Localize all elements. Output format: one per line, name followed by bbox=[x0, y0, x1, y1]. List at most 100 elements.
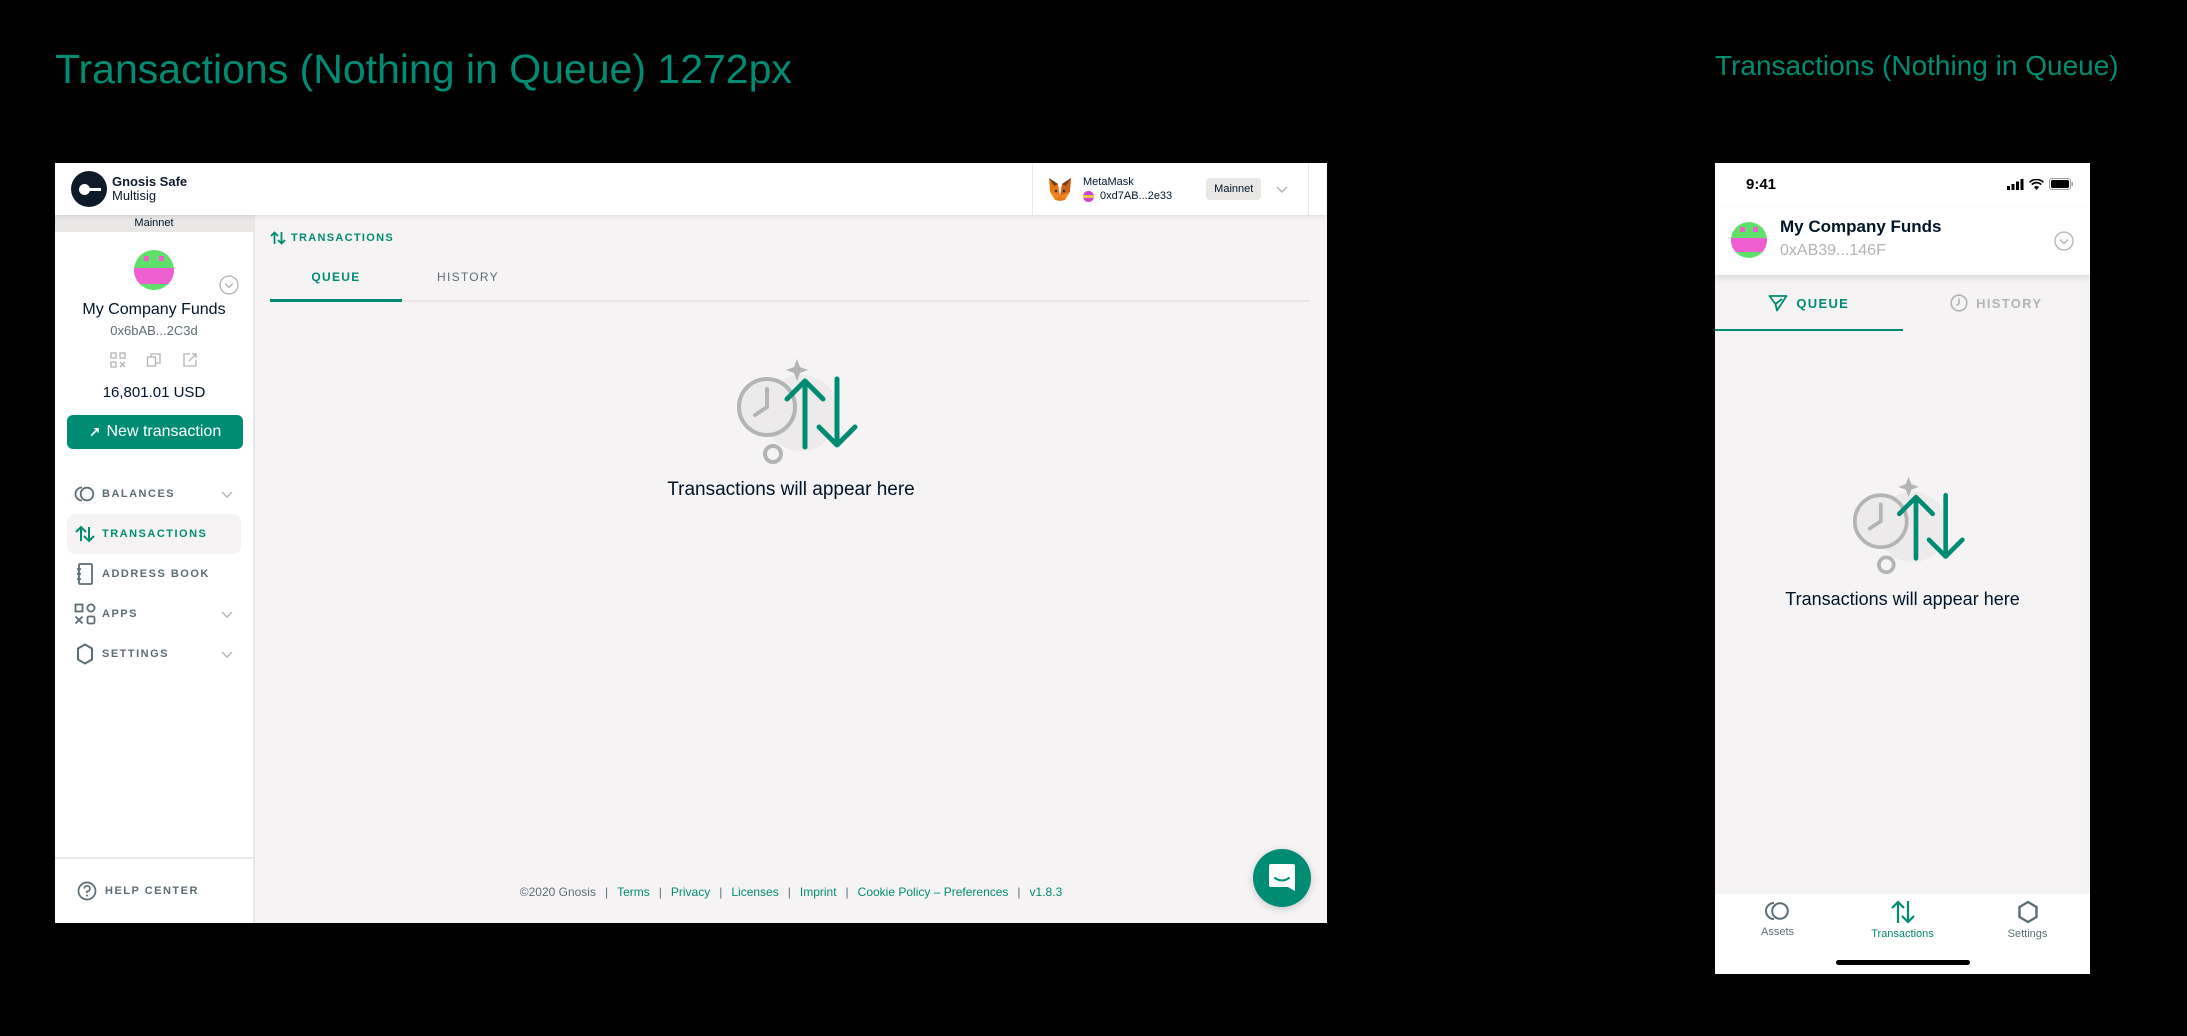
arrow-up-right-icon: ↗ bbox=[88, 423, 101, 440]
send-icon bbox=[1768, 295, 1788, 312]
menu-label: TRANSACTIONS bbox=[102, 528, 208, 540]
tabbar-label: Transactions bbox=[1871, 928, 1934, 940]
address-book-icon bbox=[74, 563, 96, 585]
page-title: TRANSACTIONS bbox=[270, 231, 394, 245]
footer-version[interactable]: v1.8.3 bbox=[1030, 885, 1063, 899]
footer-link-imprint[interactable]: Imprint bbox=[800, 885, 837, 899]
empty-transactions-illustration bbox=[737, 359, 858, 464]
gnosis-logo[interactable]: Gnosis Safe Multisig bbox=[71, 163, 187, 215]
mobile-transaction-tabs: QUEUE HISTORY bbox=[1715, 275, 2090, 331]
chevron-down-icon[interactable] bbox=[1275, 182, 1289, 196]
help-center-label: HELP CENTER bbox=[105, 885, 199, 897]
sidebar-item-address-book[interactable]: ADDRESS BOOK bbox=[67, 554, 241, 594]
chevron-down-icon bbox=[221, 491, 233, 498]
tab-history-label: HISTORY bbox=[1976, 295, 2043, 311]
mobile-frame: 9:41 My Company Funds 0xAB39...146F QUEU… bbox=[1715, 163, 2090, 974]
gnosis-logo-icon bbox=[71, 171, 107, 207]
settings-icon bbox=[2017, 900, 2038, 924]
wallet-provider: MetaMask bbox=[1083, 176, 1134, 188]
tabbar-label: Assets bbox=[1760, 926, 1794, 938]
battery-icon bbox=[2049, 178, 2073, 190]
chat-icon bbox=[1269, 864, 1295, 891]
tab-queue[interactable]: QUEUE bbox=[1715, 275, 1903, 331]
sidebar: Mainnet My Company Funds 0x6bAB...2C3d 1… bbox=[55, 215, 255, 923]
settings-icon bbox=[74, 643, 96, 665]
apps-icon bbox=[74, 603, 96, 625]
empty-state: Transactions will appear here bbox=[255, 355, 1327, 501]
menu-label: APPS bbox=[102, 608, 138, 620]
safe-address: 0xAB39...146F bbox=[1780, 242, 1886, 259]
wifi-icon bbox=[2029, 178, 2044, 190]
status-time: 9:41 bbox=[1746, 176, 1777, 193]
logo-subtitle: Multisig bbox=[112, 188, 157, 203]
safe-name: My Company Funds bbox=[82, 301, 226, 318]
tab-queue[interactable]: QUEUE bbox=[270, 255, 402, 302]
safe-info: My Company Funds 0x6bAB...2C3d 16,801.01… bbox=[55, 250, 253, 449]
new-transaction-button[interactable]: ↗ New transaction bbox=[67, 415, 243, 449]
mobile-artboard-title: Transactions (Nothing in Queue) bbox=[1715, 50, 2119, 81]
copy-icon[interactable] bbox=[146, 352, 162, 368]
sidebar-item-balances[interactable]: BALANCES bbox=[67, 474, 241, 514]
help-center-link[interactable]: HELP CENTER bbox=[55, 857, 253, 923]
safe-name: My Company Funds bbox=[1780, 217, 1942, 236]
sidebar-item-transactions[interactable]: TRANSACTIONS bbox=[67, 514, 241, 554]
intercom-chat-button[interactable] bbox=[1253, 849, 1311, 907]
empty-state-text: Transactions will appear here bbox=[667, 479, 915, 500]
menu-label: SETTINGS bbox=[102, 648, 170, 660]
footer-link-cookie-policy[interactable]: Cookie Policy bbox=[858, 885, 931, 899]
transactions-icon bbox=[1890, 900, 1915, 924]
safe-address: 0x6bAB...2C3d bbox=[110, 323, 198, 338]
coins-icon bbox=[74, 483, 96, 505]
metamask-fox-icon bbox=[1049, 178, 1071, 201]
sidebar-network-label: Mainnet bbox=[55, 215, 253, 232]
external-link-icon[interactable] bbox=[182, 352, 198, 368]
tab-queue-label: QUEUE bbox=[1796, 295, 1850, 311]
footer: ©2020 Gnosis | Terms | Privacy | Licenses | Impr… bbox=[519, 885, 1063, 899]
desktop-artboard-title: Transactions (Nothing in Queue) 1272px bbox=[55, 46, 792, 92]
empty-state: Transactions will appear here bbox=[1715, 473, 2090, 610]
empty-state-text: Transactions will appear here bbox=[1785, 589, 2020, 609]
sidebar-item-settings[interactable]: SETTINGS bbox=[67, 634, 241, 674]
main-content: TRANSACTIONS QUEUE HISTORY Transactions … bbox=[255, 215, 1327, 923]
help-icon bbox=[77, 881, 97, 901]
transaction-tabs: QUEUE HISTORY bbox=[270, 255, 1310, 302]
network-badge: Mainnet bbox=[1206, 178, 1262, 200]
chevron-down-icon bbox=[221, 651, 233, 658]
home-indicator bbox=[1836, 960, 1970, 965]
tabbar-item-assets[interactable]: Assets bbox=[1715, 894, 1840, 974]
coins-icon bbox=[1764, 902, 1789, 920]
footer-link-privacy[interactable]: Privacy bbox=[671, 885, 710, 899]
footer-link-terms[interactable]: Terms bbox=[617, 885, 650, 899]
menu-label: BALANCES bbox=[102, 488, 176, 500]
top-header: Gnosis Safe Multisig MetaMask 0xd7AB...2… bbox=[55, 163, 1327, 215]
tabbar-item-settings[interactable]: Settings bbox=[1965, 894, 2090, 974]
safe-switch-chevron-icon[interactable] bbox=[219, 275, 239, 295]
mobile-safe-header[interactable]: My Company Funds 0xAB39...146F bbox=[1715, 207, 2090, 275]
wallet-address: 0xd7AB...2e33 bbox=[1100, 190, 1173, 202]
cellular-signal-icon bbox=[2007, 178, 2024, 190]
safe-balance: 16,801.01 USD bbox=[102, 384, 206, 401]
footer-cookie-separator: – bbox=[930, 885, 944, 899]
safe-avatar bbox=[134, 250, 174, 290]
new-transaction-label: New transaction bbox=[106, 423, 222, 440]
clock-icon bbox=[1950, 294, 1968, 312]
sidebar-item-apps[interactable]: APPS bbox=[67, 594, 241, 634]
copyright: ©2020 Gnosis bbox=[519, 885, 596, 899]
safe-switch-chevron-icon[interactable] bbox=[2054, 231, 2074, 251]
sidebar-menu: BALANCES TRANSACTIONS ADDRESS BOOK APPS … bbox=[55, 474, 253, 674]
chevron-down-icon bbox=[221, 611, 233, 618]
wallet-connection[interactable]: MetaMask 0xd7AB...2e33 Mainnet bbox=[1032, 163, 1309, 215]
tab-history[interactable]: HISTORY bbox=[1903, 275, 2091, 331]
page-title-text: TRANSACTIONS bbox=[291, 232, 394, 244]
tab-history[interactable]: HISTORY bbox=[402, 255, 534, 300]
safe-avatar bbox=[1731, 222, 1767, 258]
logo-title: Gnosis Safe bbox=[112, 174, 188, 189]
footer-link-licenses[interactable]: Licenses bbox=[731, 885, 778, 899]
qr-code-icon[interactable] bbox=[110, 352, 126, 368]
transactions-icon bbox=[74, 523, 96, 545]
tabbar-label: Settings bbox=[2007, 928, 2048, 940]
footer-link-preferences[interactable]: Preferences bbox=[944, 885, 1009, 899]
status-bar: 9:41 bbox=[1715, 163, 2090, 207]
empty-transactions-illustration bbox=[1852, 476, 1965, 575]
menu-label: ADDRESS BOOK bbox=[102, 568, 210, 580]
